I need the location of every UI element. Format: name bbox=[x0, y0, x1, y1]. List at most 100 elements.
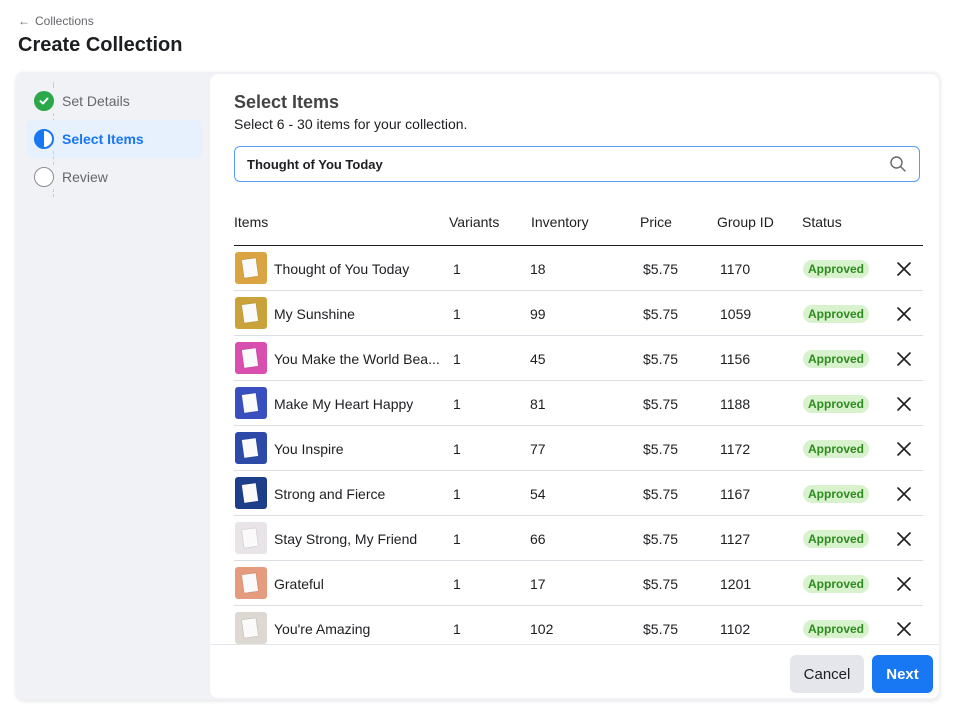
item-group-id: 1059 bbox=[720, 305, 752, 322]
status-badge: Approved bbox=[803, 529, 870, 548]
close-icon[interactable] bbox=[894, 619, 914, 639]
step-label: Set Details bbox=[62, 93, 130, 109]
table-row: Stay Strong, My Friend 1 66 $5.75 1127 Approv… bbox=[234, 516, 923, 561]
item-name: Make My Heart Happy bbox=[274, 395, 414, 412]
item-price: $5.75 bbox=[643, 485, 679, 502]
stepper: Set Details Select Items Review bbox=[26, 82, 202, 197]
half-circle-icon bbox=[34, 129, 54, 149]
item-name: You Inspire bbox=[274, 440, 344, 457]
card-image bbox=[241, 258, 259, 278]
step-label: Review bbox=[62, 169, 108, 185]
status-cell: Approved bbox=[803, 426, 870, 471]
status-badge: Approved bbox=[803, 574, 870, 593]
status-badge: Approved bbox=[803, 619, 870, 638]
item-name: Grateful bbox=[274, 575, 324, 592]
panel-title: Select Items bbox=[234, 92, 340, 112]
next-button[interactable]: Next bbox=[872, 655, 933, 693]
create-collection-card: Set Details Select Items Review Select I… bbox=[16, 72, 940, 700]
item-variants: 1 bbox=[453, 395, 461, 412]
table-row: You Inspire 1 77 $5.75 1172 Approved bbox=[234, 426, 923, 471]
close-icon[interactable] bbox=[894, 259, 914, 279]
product-thumbnail bbox=[235, 477, 267, 509]
step-connector bbox=[53, 189, 54, 197]
column-header-status: Status bbox=[802, 214, 842, 230]
table-row: Thought of You Today 1 18 $5.75 1170 Approved bbox=[234, 246, 923, 291]
item-inventory: 81 bbox=[530, 395, 546, 412]
product-thumbnail bbox=[235, 612, 267, 644]
close-icon[interactable] bbox=[894, 574, 914, 594]
item-variants: 1 bbox=[453, 575, 461, 592]
column-header-price: Price bbox=[640, 214, 672, 230]
product-thumbnail bbox=[235, 252, 267, 284]
step-label: Select Items bbox=[62, 131, 144, 147]
item-variants: 1 bbox=[453, 530, 461, 547]
item-name: You Make the World Bea... bbox=[274, 350, 440, 367]
item-price: $5.75 bbox=[643, 530, 679, 547]
select-items-panel: Select Items Select 6 - 30 items for you… bbox=[210, 74, 939, 698]
item-group-id: 1188 bbox=[720, 395, 751, 412]
close-icon[interactable] bbox=[894, 439, 914, 459]
arrow-left-icon: ← bbox=[18, 14, 30, 28]
search-box bbox=[234, 146, 920, 182]
search-input[interactable] bbox=[247, 156, 889, 172]
status-cell: Approved bbox=[803, 291, 870, 336]
close-icon[interactable] bbox=[894, 529, 914, 549]
item-group-id: 1127 bbox=[720, 530, 751, 547]
item-name: My Sunshine bbox=[274, 305, 355, 322]
table-row: Grateful 1 17 $5.75 1201 Approved bbox=[234, 561, 923, 606]
item-variants: 1 bbox=[453, 440, 461, 457]
table-row: My Sunshine 1 99 $5.75 1059 Approved bbox=[234, 291, 923, 336]
item-inventory: 66 bbox=[530, 530, 546, 547]
item-price: $5.75 bbox=[643, 440, 679, 457]
items-table-body: Thought of You Today 1 18 $5.75 1170 Approved… bbox=[234, 246, 923, 644]
item-price: $5.75 bbox=[643, 260, 679, 277]
item-group-id: 1167 bbox=[720, 485, 751, 502]
product-thumbnail bbox=[235, 342, 267, 374]
back-link-label: Collections bbox=[35, 14, 94, 28]
product-thumbnail bbox=[235, 387, 267, 419]
cancel-button[interactable]: Cancel bbox=[790, 655, 864, 693]
status-cell: Approved bbox=[803, 471, 870, 516]
item-name: Thought of You Today bbox=[274, 260, 410, 277]
column-header-group-id: Group ID bbox=[717, 214, 774, 230]
item-group-id: 1201 bbox=[720, 575, 752, 592]
close-icon[interactable] bbox=[894, 304, 914, 324]
item-name: Strong and Fierce bbox=[274, 485, 386, 502]
search-icon[interactable] bbox=[889, 155, 907, 173]
status-cell: Approved bbox=[803, 246, 870, 291]
footer-bar: Cancel Next bbox=[210, 644, 939, 698]
item-variants: 1 bbox=[453, 305, 461, 322]
card-image bbox=[241, 528, 259, 548]
item-price: $5.75 bbox=[643, 575, 679, 592]
item-inventory: 17 bbox=[530, 575, 546, 592]
item-inventory: 18 bbox=[530, 260, 546, 277]
item-price: $5.75 bbox=[643, 350, 679, 367]
item-price: $5.75 bbox=[643, 395, 679, 412]
item-variants: 1 bbox=[453, 350, 461, 367]
back-to-collections-link[interactable]: ← Collections bbox=[18, 14, 94, 28]
item-group-id: 1102 bbox=[720, 620, 751, 637]
table-header: Items Variants Inventory Price Group ID … bbox=[234, 208, 923, 246]
item-price: $5.75 bbox=[643, 620, 679, 637]
item-variants: 1 bbox=[453, 620, 461, 637]
item-variants: 1 bbox=[453, 260, 461, 277]
status-badge: Approved bbox=[803, 304, 870, 323]
product-thumbnail bbox=[235, 567, 267, 599]
close-icon[interactable] bbox=[894, 484, 914, 504]
card-image bbox=[241, 303, 259, 323]
item-name: Stay Strong, My Friend bbox=[274, 530, 418, 547]
close-icon[interactable] bbox=[894, 349, 914, 369]
page-title: Create Collection bbox=[18, 34, 183, 56]
status-badge: Approved bbox=[803, 259, 870, 278]
item-variants: 1 bbox=[453, 485, 461, 502]
card-image bbox=[241, 348, 259, 368]
item-inventory: 45 bbox=[530, 350, 546, 367]
item-price: $5.75 bbox=[643, 305, 679, 322]
close-icon[interactable] bbox=[894, 394, 914, 414]
status-cell: Approved bbox=[803, 606, 870, 644]
check-circle-icon bbox=[34, 91, 54, 111]
status-cell: Approved bbox=[803, 381, 870, 426]
status-badge: Approved bbox=[803, 439, 870, 458]
table-row: Strong and Fierce 1 54 $5.75 1167 Approved bbox=[234, 471, 923, 516]
item-name: You're Amazing bbox=[274, 620, 371, 637]
